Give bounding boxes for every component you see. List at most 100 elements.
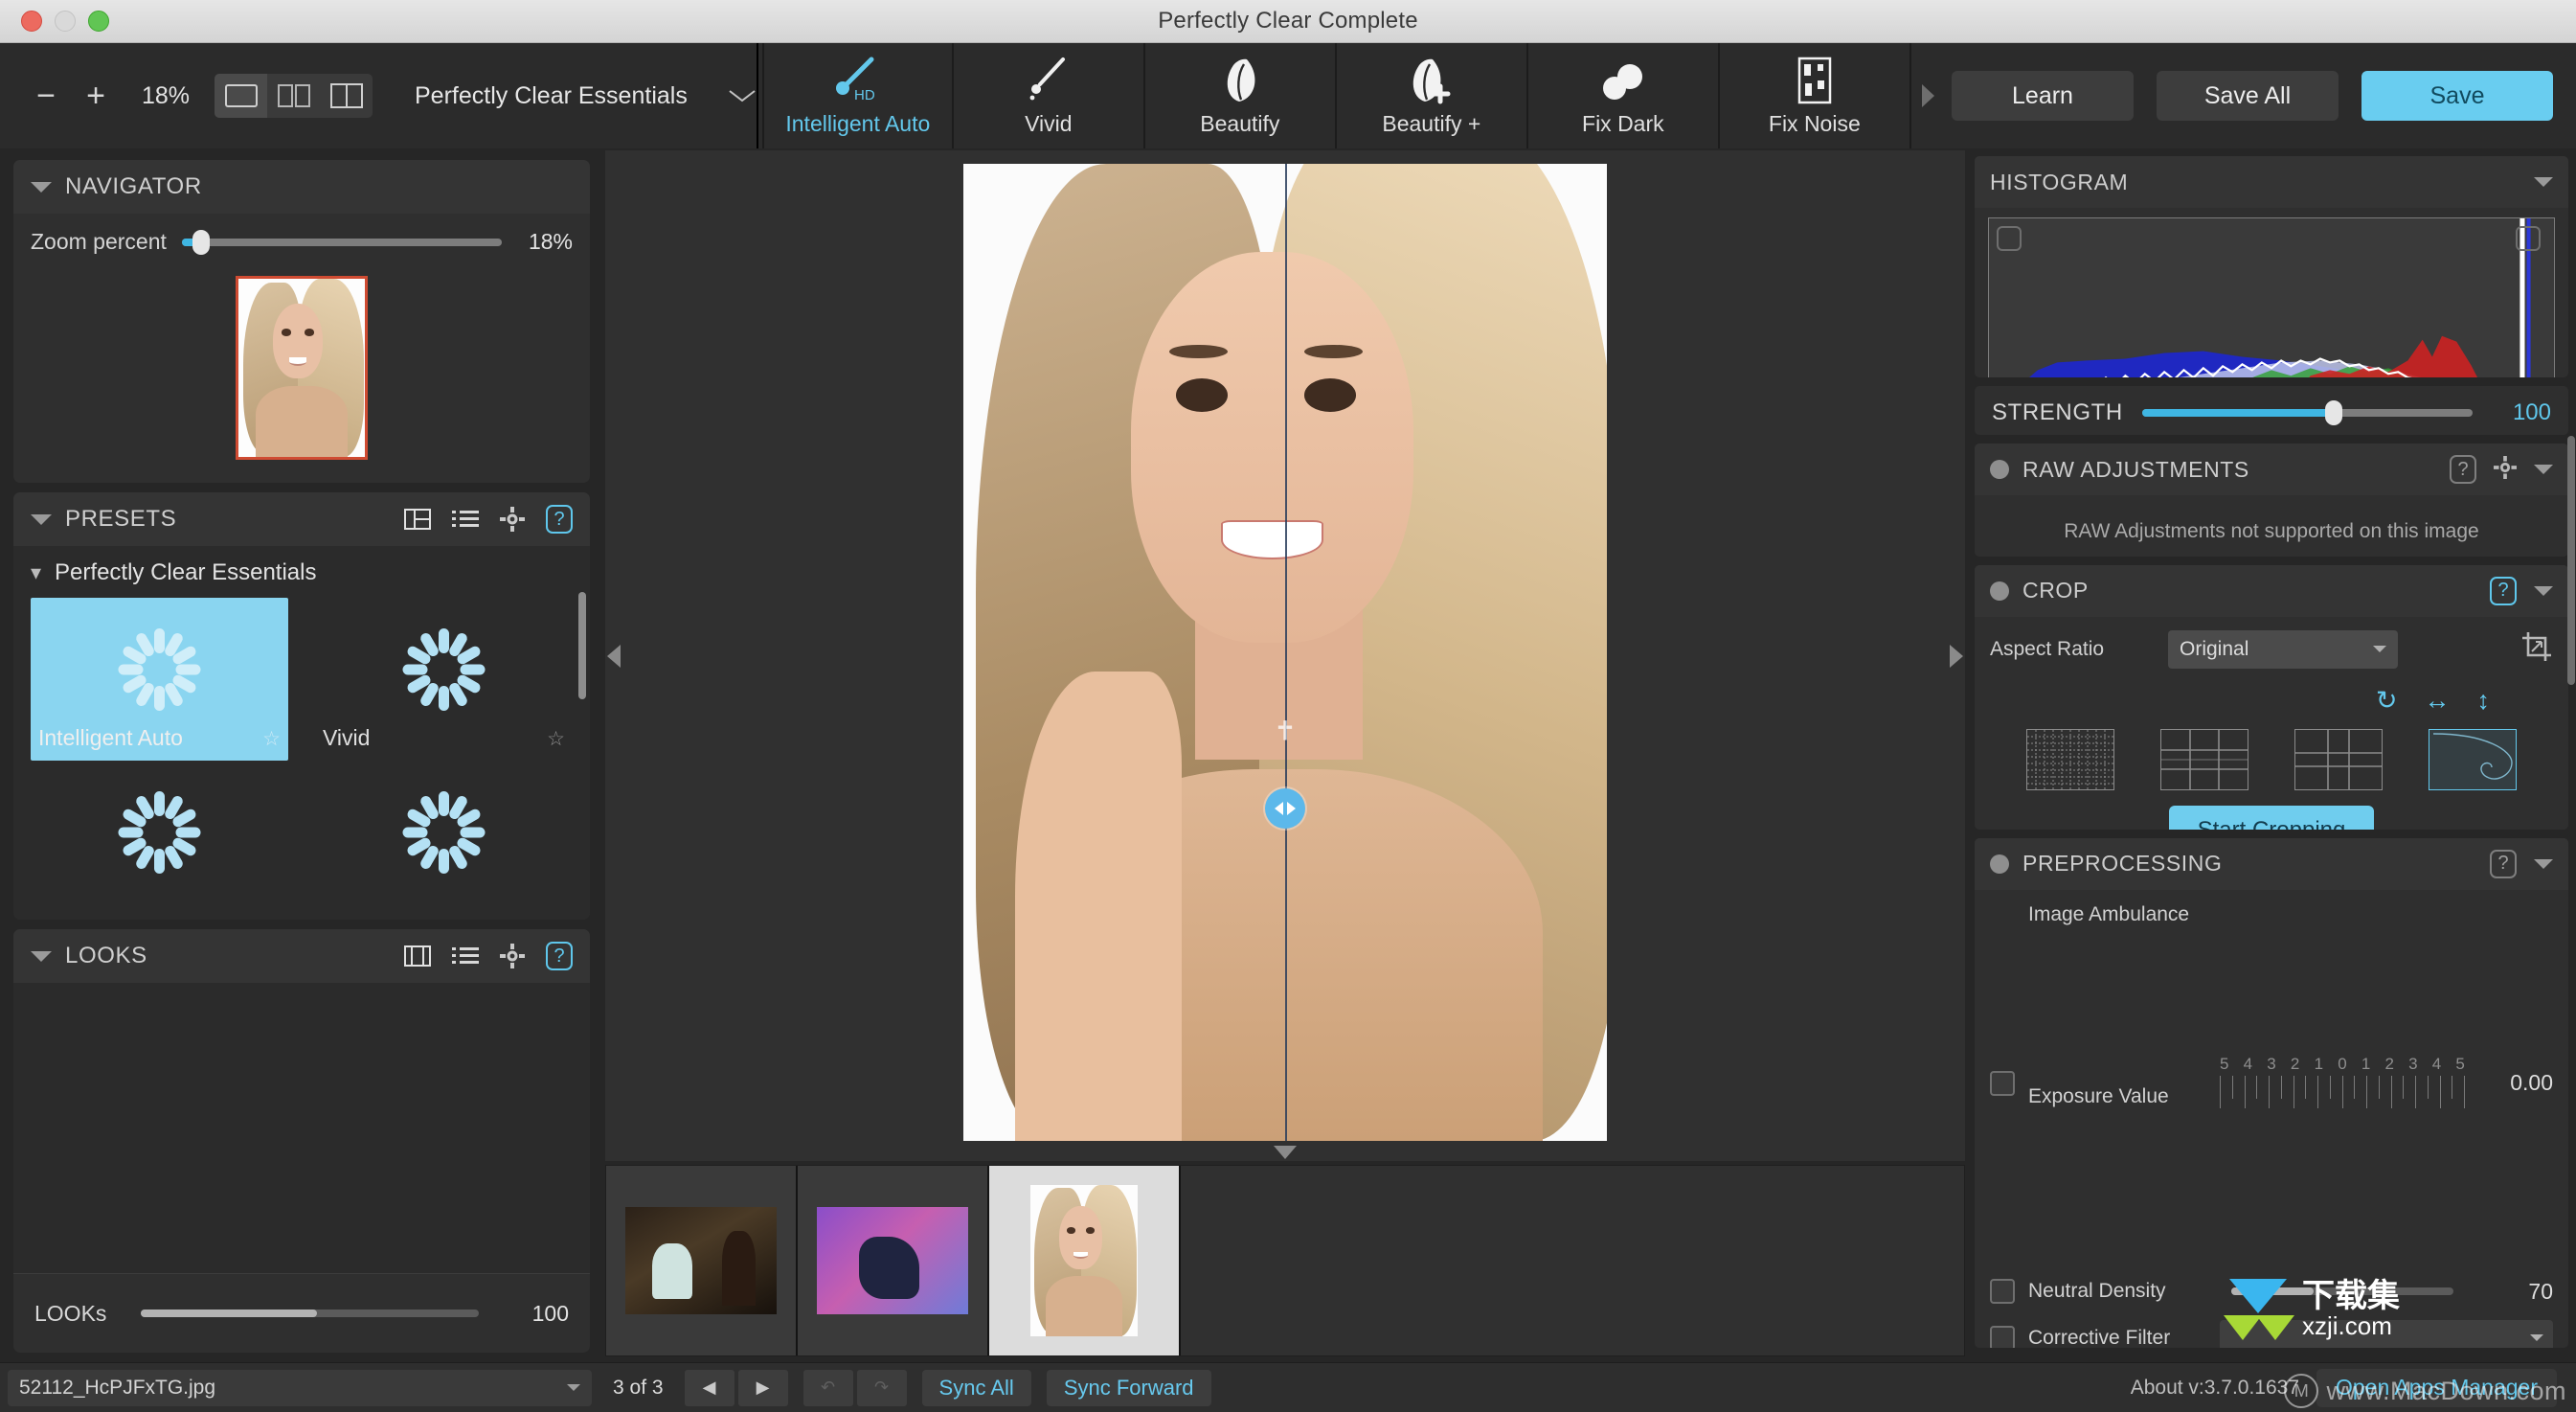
corrective-filter-checkbox[interactable] (1990, 1325, 2015, 1348)
undo-button[interactable]: ↶ (802, 1369, 853, 1406)
histogram-header-icons (2534, 177, 2553, 187)
collapse-caret-icon[interactable] (2534, 177, 2553, 187)
shadow-clipping-toggle[interactable] (1997, 226, 2022, 251)
crop-frame-icon[interactable] (2520, 630, 2553, 668)
tab-label: Fix Dark (1582, 110, 1664, 136)
start-cropping-button[interactable]: Start Cropping (2168, 805, 2375, 830)
collapse-caret-icon[interactable] (2534, 858, 2553, 869)
flip-vertical-icon[interactable]: ↕ (2477, 687, 2491, 714)
next-image-button[interactable]: ▶ (737, 1369, 788, 1406)
tab-fix-noise[interactable]: Fix Noise (1720, 43, 1911, 148)
help-icon[interactable]: ? (546, 942, 573, 970)
grid-fine-overlay-icon[interactable] (2026, 728, 2114, 790)
tab-vivid[interactable]: Vivid (954, 43, 1145, 148)
collapse-caret-icon[interactable] (2534, 585, 2553, 596)
exposure-value-ruler[interactable]: 54 32 10 12 34 5 (2220, 1055, 2465, 1110)
center-panel: ✝ (603, 148, 1967, 1362)
tab-beautify[interactable]: Beautify (1145, 43, 1337, 148)
collapse-caret-icon[interactable] (2534, 465, 2553, 475)
redo-button[interactable]: ↷ (856, 1369, 907, 1406)
collapse-caret-icon[interactable] (31, 950, 52, 962)
previous-image-button[interactable]: ◀ (684, 1369, 734, 1406)
favorite-star-icon[interactable]: ☆ (547, 727, 573, 761)
image-canvas-area[interactable]: ✝ (605, 150, 1965, 1161)
grid-golden-overlay-icon[interactable] (2294, 728, 2383, 790)
preset-group-selector[interactable]: Perfectly Clear Essentials (415, 82, 757, 110)
tabs-scroll-right-icon[interactable] (1911, 43, 1944, 148)
preset-item-vivid[interactable]: Vivid ☆ (315, 598, 573, 761)
side-by-side-view-icon[interactable] (320, 74, 373, 118)
help-icon[interactable]: ? (2490, 576, 2517, 605)
spiral-overlay-icon[interactable] (2429, 728, 2517, 790)
learn-button[interactable]: Learn (1952, 71, 2134, 121)
navigator-thumbnail[interactable] (236, 276, 368, 460)
neutral-density-checkbox[interactable] (1990, 1279, 2015, 1305)
split-view-icon[interactable] (267, 74, 320, 118)
enable-toggle[interactable] (1990, 854, 2009, 874)
save-button[interactable]: Save (2361, 71, 2553, 121)
presets-group-row[interactable]: ▾ Perfectly Clear Essentials (13, 546, 590, 592)
save-all-button[interactable]: Save All (2157, 71, 2339, 121)
zoom-out-button[interactable]: − (21, 71, 71, 121)
flip-horizontal-icon[interactable]: ↔ (2425, 687, 2451, 714)
main-image[interactable]: ✝ (963, 164, 1607, 1141)
image-ambulance-checkbox[interactable] (1990, 1070, 2015, 1096)
looks-list[interactable] (13, 983, 590, 1274)
loading-spinner-icon (116, 788, 204, 877)
before-after-split-handle[interactable] (1265, 788, 1305, 830)
favorite-star-icon[interactable]: ☆ (262, 727, 288, 761)
aspect-ratio-select[interactable]: Original (2168, 629, 2398, 669)
enable-toggle[interactable] (1990, 581, 2009, 601)
gear-icon[interactable] (2494, 455, 2517, 484)
tab-fix-dark[interactable]: Fix Dark (1528, 43, 1720, 148)
tab-intelligent-auto[interactable]: HD Intelligent Auto (761, 43, 954, 148)
tab-beautify-plus[interactable]: Beautify + (1337, 43, 1528, 148)
sync-all-button[interactable]: Sync All (921, 1369, 1031, 1406)
preset-item-intelligent-auto[interactable]: Intelligent Auto ☆ (31, 598, 288, 761)
zoom-percent-slider[interactable] (181, 229, 502, 255)
preset-item-partial-3[interactable] (31, 761, 288, 920)
help-icon[interactable]: ? (2490, 849, 2517, 878)
corrective-filter-select[interactable] (2220, 1319, 2553, 1348)
highlight-clipping-toggle[interactable] (2516, 226, 2541, 251)
collapse-right-panel-icon[interactable] (1950, 644, 1963, 668)
filmstrip-item-3[interactable] (989, 1166, 1181, 1355)
enable-toggle[interactable] (1990, 460, 2009, 480)
right-panel-scrollbar[interactable] (2567, 436, 2575, 685)
gear-icon[interactable] (500, 944, 525, 968)
single-view-icon[interactable] (215, 74, 267, 118)
navigator-panel: NAVIGATOR Zoom percent 18% (13, 160, 590, 483)
preset-item-partial-4[interactable] (315, 761, 573, 920)
grid-view-icon[interactable] (404, 509, 431, 530)
neutral-density-slider[interactable] (2231, 1287, 2453, 1296)
aspect-ratio-label: Aspect Ratio (1990, 637, 2105, 660)
list-view-icon[interactable] (452, 509, 479, 530)
presets-scrollbar[interactable] (578, 592, 586, 699)
filmstrip-item-1[interactable] (606, 1166, 798, 1355)
view-mode-group (215, 74, 373, 118)
presets-body: ▾ Perfectly Clear Essentials Intelligent (13, 546, 590, 920)
help-icon[interactable]: ? (2450, 455, 2476, 485)
strength-slider[interactable] (2141, 399, 2473, 425)
collapse-caret-icon[interactable] (31, 513, 52, 525)
raw-adjustments-note: RAW Adjustments not supported on this im… (2064, 520, 2479, 543)
filmstrip-item-2[interactable] (798, 1166, 989, 1355)
image-ambulance-labels: Image Ambulance Exposure Value (2028, 903, 2206, 1264)
collapse-left-panel-icon[interactable] (607, 644, 621, 668)
grid-thirds-overlay-icon[interactable] (2160, 728, 2248, 790)
neutral-density-value: 70 (2528, 1278, 2553, 1304)
file-selector[interactable]: 52112_HcPJFxTG.jpg (8, 1369, 592, 1406)
raw-adjustments-panel: RAW ADJUSTMENTS ? RAW Adjustments not su… (1975, 444, 2568, 557)
looks-slider[interactable] (141, 1310, 479, 1317)
zoom-in-button[interactable]: + (71, 71, 121, 121)
gear-icon[interactable] (500, 507, 525, 532)
sync-forward-button[interactable]: Sync Forward (1046, 1369, 1211, 1406)
help-icon[interactable]: ? (546, 505, 573, 534)
collapse-filmstrip-icon[interactable] (1274, 1146, 1297, 1159)
open-apps-manager-button[interactable]: Open Apps Manager (2316, 1368, 2557, 1407)
grid-view-icon[interactable] (404, 945, 431, 967)
list-view-icon[interactable] (452, 945, 479, 967)
collapse-caret-icon[interactable] (31, 181, 52, 193)
about-version-label[interactable]: About v:3.7.0.1637 (2131, 1377, 2299, 1400)
rotate-icon[interactable]: ↻ (2376, 687, 2398, 714)
